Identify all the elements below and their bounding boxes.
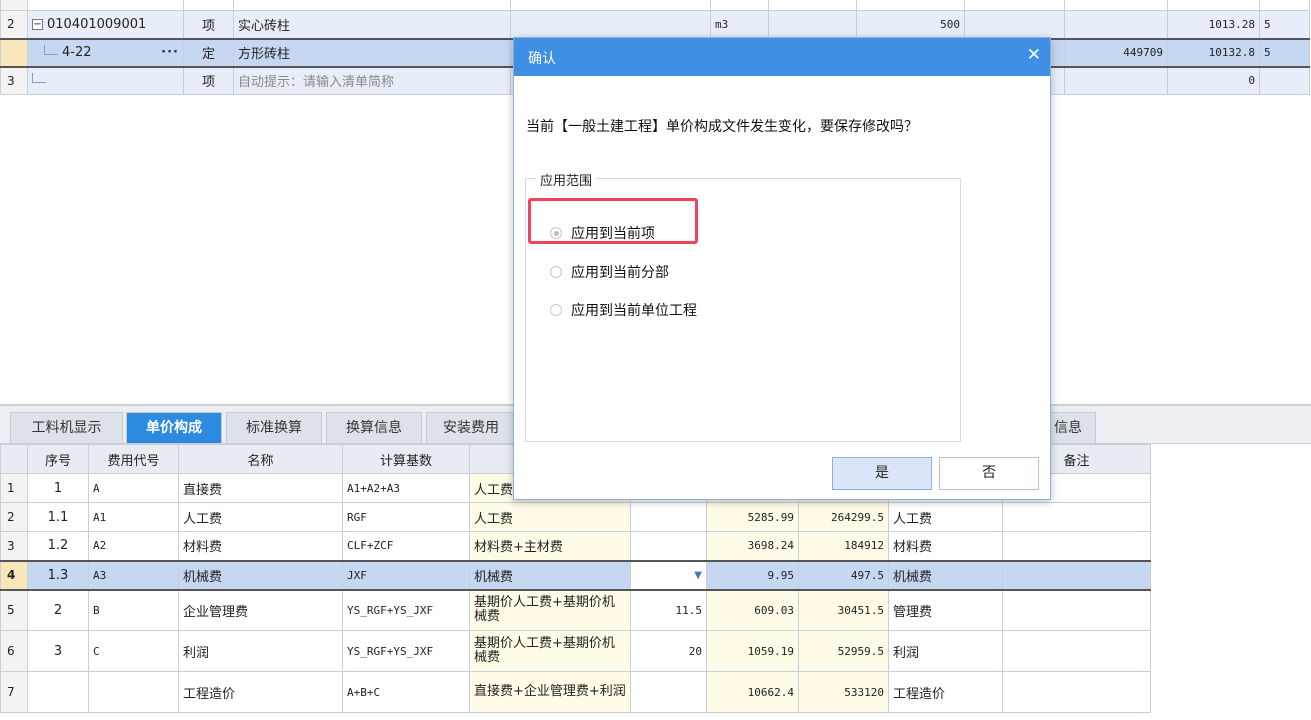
table-row[interactable]: 7 工程造价 A+B+C 直接费+企业管理费+利润 10662.4 533120…	[0, 671, 1151, 713]
table-row	[0, 0, 1310, 11]
yes-button[interactable]: 是	[832, 457, 932, 490]
tab-installation-cost[interactable]: 安装费用	[426, 412, 516, 443]
dialog-message: 当前【一般土建工程】单价构成文件发生变化，要保存修改吗？	[526, 119, 918, 135]
confirm-dialog: 确认 ✕ 当前【一般土建工程】单价构成文件发生变化，要保存修改吗？ 应用范围 应…	[513, 37, 1051, 500]
rate-dropdown[interactable]: ▼	[630, 559, 707, 591]
radio-apply-current-section[interactable]: 应用到当前分部	[550, 262, 669, 282]
table-row[interactable]: 6 3 C 利润 YS_RGF+YS_JXF 基期价人工费+基期价机械费 20 …	[0, 630, 1151, 672]
dialog-title: 确认	[528, 51, 556, 67]
table-row[interactable]: 2 1.1 A1 人工费 RGF 人工费 5285.99 264299.5 人工…	[0, 502, 1151, 532]
no-button[interactable]: 否	[939, 457, 1039, 490]
table-row[interactable]: 2 −010401009001 项 实心砖柱 m3 500 1013.28 5	[0, 10, 1310, 39]
table-row[interactable]: 3 1.2 A2 材料费 CLF+ZCF 材料费+主材费 3698.24 184…	[0, 531, 1151, 561]
item-type-cell[interactable]: 定	[183, 37, 234, 68]
annotation-highlight-box	[528, 198, 698, 244]
item-name-input[interactable]: 自动提示：请输入清单简称	[233, 66, 511, 95]
item-type-cell[interactable]: 项	[183, 66, 234, 95]
col-header-seq[interactable]: 序号	[27, 444, 89, 474]
tree-connector-icon	[44, 45, 58, 55]
unit-cell[interactable]: m3	[710, 10, 769, 39]
tree-connector-icon	[32, 73, 46, 84]
tab-conversion-info[interactable]: 换算信息	[326, 412, 422, 443]
radio-unchecked-icon[interactable]	[550, 304, 562, 316]
price-cell[interactable]: 1013.28	[1167, 10, 1260, 39]
table-row[interactable]: 5 2 B 企业管理费 YS_RGF+YS_JXF 基期价人工费+基期价机械费 …	[0, 589, 1151, 631]
dialog-titlebar[interactable]: 确认 ✕	[514, 38, 1050, 76]
tab-unit-price-composition[interactable]: 单价构成	[126, 412, 222, 443]
col-header-base[interactable]: 计算基数	[342, 444, 470, 474]
item-code-cell[interactable]: 4-22 ···	[27, 37, 184, 68]
total-cell[interactable]: 449709	[1064, 37, 1168, 68]
item-name-cell[interactable]: 实心砖柱	[233, 10, 511, 39]
item-type-cell[interactable]: 项	[183, 10, 234, 39]
row-number: 2	[0, 10, 28, 39]
more-button[interactable]: ···	[161, 45, 179, 60]
tab-labor-material-machine[interactable]: 工料机显示	[10, 412, 123, 443]
item-code-cell[interactable]: −010401009001	[27, 10, 184, 39]
item-name-cell[interactable]: 方形砖柱	[233, 37, 511, 68]
group-label: 应用范围	[536, 170, 597, 189]
collapse-icon[interactable]: −	[32, 18, 43, 30]
table-row-selected[interactable]: 4 1.3 A3 机械费 JXF 机械费 ▼ 9.95 497.5 机械费	[0, 559, 1151, 591]
col-header-code[interactable]: 费用代号	[88, 444, 179, 474]
close-icon[interactable]: ✕	[1027, 45, 1041, 65]
item-code-cell[interactable]	[27, 66, 184, 95]
row-number: 3	[0, 66, 28, 95]
dropdown-arrow-icon[interactable]: ▼	[694, 570, 702, 581]
col-header-name[interactable]: 名称	[178, 444, 343, 474]
radio-apply-current-unit-project[interactable]: 应用到当前单位工程	[550, 300, 697, 320]
radio-unchecked-icon[interactable]	[550, 266, 562, 278]
tab-standard-conversion[interactable]: 标准换算	[226, 412, 322, 443]
price-cell[interactable]: 0	[1167, 66, 1260, 95]
price-cell[interactable]: 10132.8	[1167, 37, 1260, 68]
quantity-cell[interactable]: 500	[856, 10, 965, 39]
